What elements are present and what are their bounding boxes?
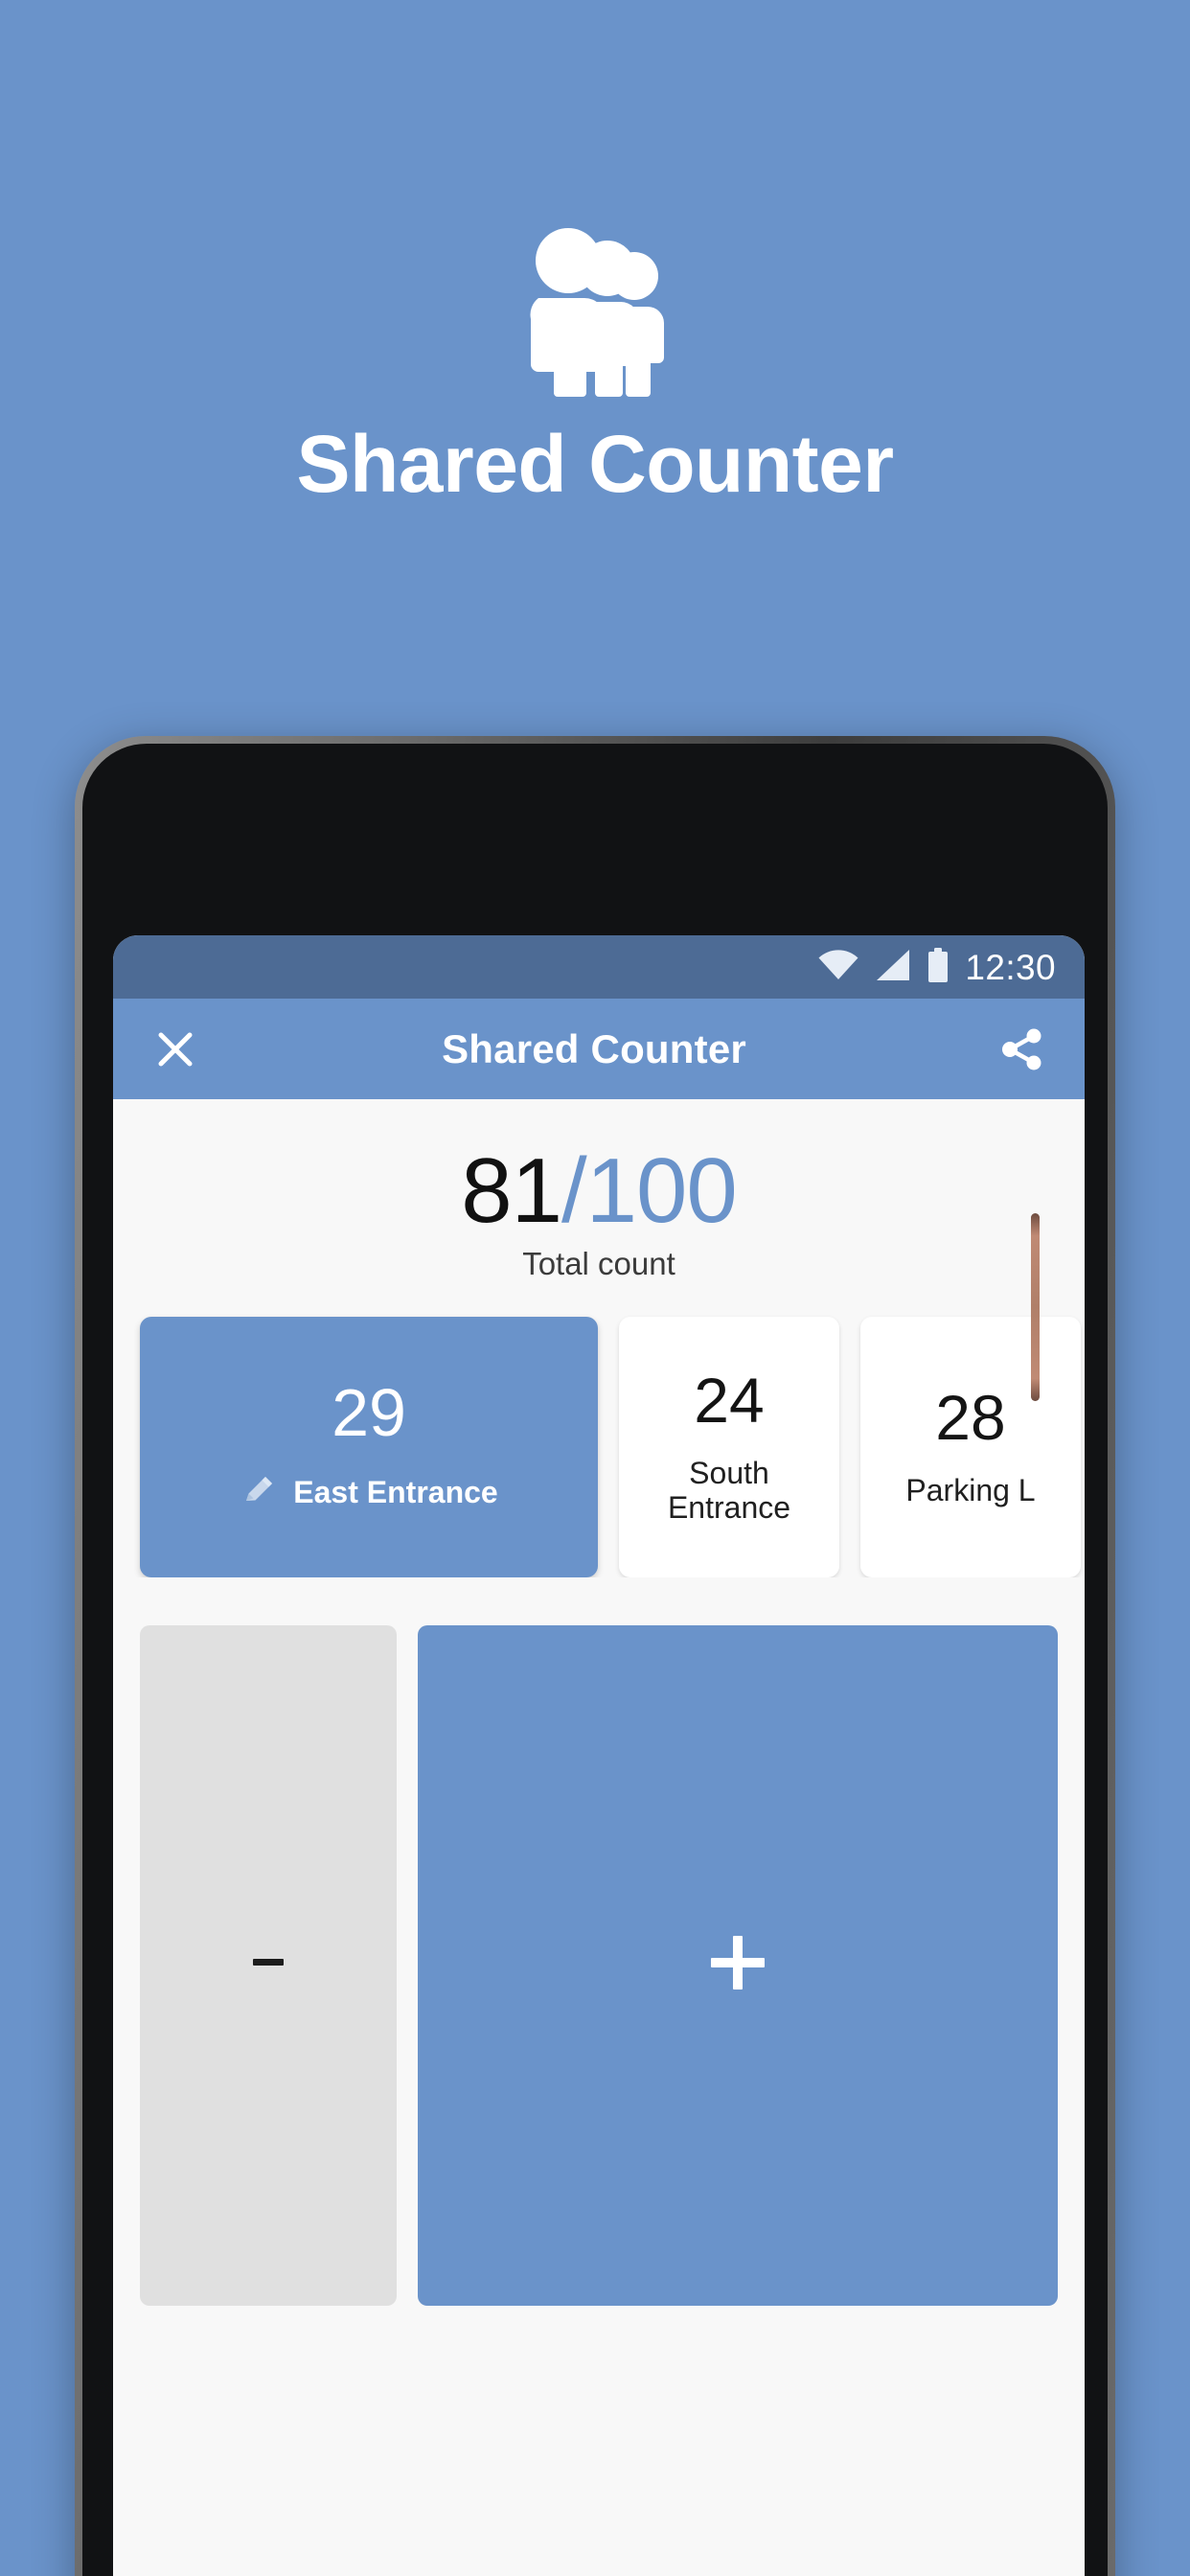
status-bar-clock: 12:30	[965, 947, 1056, 987]
total-count-label: Total count	[522, 1245, 675, 1281]
app-store-screenshot: Shared Counter 12:30 Shared Counter 81/1…	[0, 0, 1190, 2576]
counter-card-label-row: Parking L	[876, 1472, 1065, 1508]
counter-card-east-entrance[interactable]: 29 East Entrance	[140, 1316, 598, 1577]
promo-header: Shared Counter	[0, 0, 1190, 728]
total-current: 81	[461, 1139, 562, 1242]
power-button[interactable]	[1031, 1213, 1040, 1401]
app-bar-title: Shared Counter	[442, 1025, 746, 1071]
app-bar: Shared Counter	[113, 999, 1085, 1099]
decrement-button[interactable]	[140, 1624, 397, 2306]
total-target: /100	[561, 1139, 738, 1242]
phone-mockup: 12:30 Shared Counter 81/100 Total count …	[75, 736, 1115, 2576]
total-count-section: 81/100 Total count	[113, 1099, 1085, 1282]
counter-card-value: 29	[332, 1375, 406, 1451]
increment-button[interactable]	[418, 1624, 1058, 2306]
share-icon[interactable]	[991, 1018, 1054, 1081]
counter-card-value: 28	[935, 1381, 1006, 1453]
battery-icon	[927, 947, 950, 987]
pencil-icon[interactable]	[240, 1471, 278, 1514]
cellular-signal-icon	[875, 949, 911, 986]
wifi-icon	[817, 949, 859, 986]
counter-card-value: 24	[694, 1364, 765, 1436]
phone-bezel: 12:30 Shared Counter 81/100 Total count …	[82, 744, 1108, 2576]
counter-card-label: East Entrance	[293, 1474, 498, 1509]
counter-card-label-row: South Entrance	[634, 1455, 824, 1526]
counter-card-parking-lot[interactable]: 28 Parking L	[860, 1316, 1081, 1577]
total-count-value: 81/100	[113, 1142, 1085, 1240]
counter-card-label: South Entrance	[667, 1455, 791, 1525]
plus-icon	[695, 1920, 781, 2011]
counter-action-row	[113, 1576, 1085, 2306]
minus-icon	[240, 1934, 297, 1996]
phone-screen: 12:30 Shared Counter 81/100 Total count …	[113, 935, 1085, 2576]
promo-title: Shared Counter	[296, 419, 894, 509]
counter-cards-row: 29 East Entrance 24 South Entrance 28 Pa…	[113, 1281, 1085, 1577]
counter-card-label-row: East Entrance	[155, 1471, 583, 1514]
status-bar: 12:30	[113, 935, 1085, 999]
people-group-icon	[509, 222, 681, 397]
counter-card-label: Parking L	[905, 1472, 1036, 1507]
counter-card-south-entrance[interactable]: 24 South Entrance	[619, 1316, 839, 1577]
